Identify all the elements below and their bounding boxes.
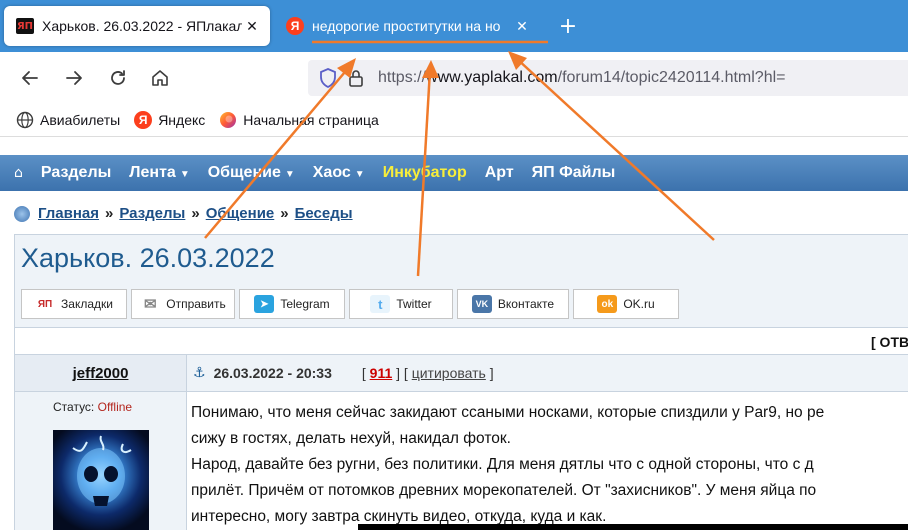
- menu-item-khaos[interactable]: Хаос ▼: [313, 164, 365, 182]
- post-rating[interactable]: 911: [370, 365, 393, 381]
- home-icon[interactable]: ⌂: [14, 165, 23, 181]
- post-text-line: Понимаю, что меня сейчас закидают ссаным…: [191, 404, 825, 421]
- twitter-icon: t: [370, 295, 391, 313]
- yap-bookmark-icon: ЯП: [35, 295, 56, 313]
- black-strip: [358, 524, 908, 530]
- menu-item-lenta[interactable]: Лента ▼: [129, 164, 189, 182]
- answer-bar: [ ОТВ: [15, 327, 908, 355]
- page-title: Харьков. 26.03.2022: [21, 243, 275, 273]
- yap-favicon-icon: ЯП: [16, 18, 34, 34]
- quote-link[interactable]: цитировать: [412, 365, 486, 381]
- tab-title: недорогие проститутки на но: [312, 18, 501, 34]
- tab-title: Харьков. 26.03.2022 - ЯПлакал: [42, 18, 242, 34]
- breadcrumb-home[interactable]: Главная: [38, 205, 99, 222]
- close-icon[interactable]: ✕: [512, 16, 532, 36]
- address-bar[interactable]: https://www.yaplakal.com/forum14/topic24…: [308, 60, 908, 96]
- breadcrumb-separator: »: [191, 205, 200, 222]
- vk-icon: VK: [471, 295, 492, 313]
- navigation-bar: https://www.yaplakal.com/forum14/topic24…: [0, 52, 908, 104]
- ok-icon: ok: [597, 295, 618, 313]
- menu-item-obshchenie[interactable]: Общение ▼: [208, 164, 295, 182]
- bookmark-label: Авиабилеты: [40, 112, 121, 128]
- bookmarks-share-button[interactable]: ЯП Закладки: [21, 289, 127, 319]
- bracket-separator: ] [: [392, 365, 412, 381]
- share-label: Telegram: [280, 297, 330, 311]
- bookmark-start-page[interactable]: Начальная страница: [219, 111, 379, 129]
- bookmark-yandex[interactable]: Я Яндекс: [134, 111, 205, 129]
- home-icon[interactable]: [146, 64, 174, 92]
- site-menu: ⌂ Разделы Лента ▼ Общение ▼ Хаос ▼ Инкубато…: [0, 155, 908, 191]
- globe-icon: [16, 111, 34, 129]
- share-label: Отправить: [166, 297, 226, 311]
- post-header: jeff2000 ⚓ 26.03.2022 - 20:33 [ 911 ] [ …: [15, 355, 908, 391]
- share-buttons: ЯП Закладки ✉ Отправить ➤ Telegram t Twi…: [21, 289, 683, 319]
- status-badge: Offline: [97, 400, 133, 414]
- share-label: OK.ru: [623, 297, 655, 311]
- caret-down-icon: ▼: [284, 169, 295, 180]
- yandex-favicon-icon: Я: [286, 17, 304, 35]
- forward-icon[interactable]: [60, 64, 88, 92]
- tab-yaplakal[interactable]: ЯП Харьков. 26.03.2022 - ЯПлакал ✕: [4, 6, 270, 46]
- menu-item-art[interactable]: Арт: [485, 164, 514, 182]
- avatar[interactable]: [53, 430, 149, 530]
- post-user-cell: jeff2000: [15, 355, 187, 391]
- anchor-icon[interactable]: ⚓: [193, 365, 206, 381]
- username-link[interactable]: jeff2000: [73, 365, 129, 382]
- bookmark-aviabilety[interactable]: Авиабилеты: [16, 111, 120, 129]
- globe-icon: [14, 205, 30, 222]
- share-label: Вконтакте: [497, 297, 555, 311]
- breadcrumb-separator: »: [105, 205, 114, 222]
- post-text-line: прилёт. Причём от потомков древних морек…: [191, 482, 817, 499]
- telegram-icon: ➤: [254, 295, 275, 313]
- post-author-panel: Статус: Offline: [15, 392, 187, 530]
- caret-down-icon: ▼: [354, 169, 365, 180]
- menu-item-yap-files[interactable]: ЯП Файлы: [532, 164, 616, 182]
- lock-icon[interactable]: [346, 68, 366, 88]
- new-tab-button[interactable]: +: [556, 14, 580, 39]
- yandex-icon: Я: [134, 111, 153, 129]
- tab-yandex[interactable]: Я недорогие проститутки на но ✕: [278, 6, 540, 46]
- mail-icon: ✉: [143, 296, 157, 313]
- bracket-open: [: [361, 365, 370, 381]
- menu-item-inkubator[interactable]: Инкубатор: [383, 164, 467, 182]
- reply-link[interactable]: [ ОТВ: [871, 334, 908, 350]
- post-text-line: сижу в гостях, делать нехуй, накидал фот…: [191, 430, 511, 447]
- vk-share-button[interactable]: VK Вконтакте: [457, 289, 569, 319]
- shield-icon[interactable]: [318, 68, 338, 88]
- bookmark-label: Начальная страница: [243, 112, 379, 128]
- menu-item-razdely[interactable]: Разделы: [41, 164, 111, 182]
- twitter-share-button[interactable]: t Twitter: [349, 289, 453, 319]
- bookmarks-toolbar: Авиабилеты Я Яндекс Начальная страница: [0, 104, 908, 136]
- caret-down-icon: ▼: [179, 169, 190, 180]
- send-share-button[interactable]: ✉ Отправить: [131, 289, 235, 319]
- breadcrumb-razdely[interactable]: Разделы: [119, 205, 185, 222]
- share-label: Закладки: [61, 297, 113, 311]
- breadcrumb-separator: »: [280, 205, 289, 222]
- firefox-icon: [219, 111, 237, 129]
- post-meta: ⚓ 26.03.2022 - 20:33 [ 911 ] [ цитироват…: [193, 365, 494, 381]
- breadcrumb-obshchenie[interactable]: Общение: [206, 205, 275, 222]
- url-text[interactable]: https://www.yaplakal.com/forum14/topic24…: [378, 69, 786, 87]
- tab-strip: ЯП Харьков. 26.03.2022 - ЯПлакал ✕ Я нед…: [0, 0, 908, 52]
- user-status: Статус: Offline: [53, 400, 133, 414]
- back-icon[interactable]: [16, 64, 44, 92]
- post-text: Понимаю, что меня сейчас закидают ссаным…: [191, 400, 908, 530]
- ok-share-button[interactable]: ok OK.ru: [573, 289, 679, 319]
- topic-box: Харьков. 26.03.2022 ЯП Закладки ✉ Отправ…: [14, 234, 908, 530]
- post-body: Статус: Offline Понимаю, что меня сейчас…: [15, 391, 908, 530]
- post-text-line: Народ, давайте без ругни, без политики. …: [191, 456, 814, 473]
- reload-icon[interactable]: [104, 64, 132, 92]
- bracket-close: ]: [485, 365, 494, 381]
- post-date: 26.03.2022 - 20:33: [213, 365, 332, 381]
- breadcrumb: Главная » Разделы » Общение » Беседы: [14, 205, 353, 222]
- share-label: Twitter: [396, 297, 432, 311]
- close-icon[interactable]: ✕: [242, 16, 262, 36]
- telegram-share-button[interactable]: ➤ Telegram: [239, 289, 345, 319]
- page-content: ⌂ Разделы Лента ▼ Общение ▼ Хаос ▼ Инкубато…: [0, 136, 908, 530]
- bookmark-label: Яндекс: [158, 112, 206, 128]
- breadcrumb-besedy[interactable]: Беседы: [295, 205, 353, 222]
